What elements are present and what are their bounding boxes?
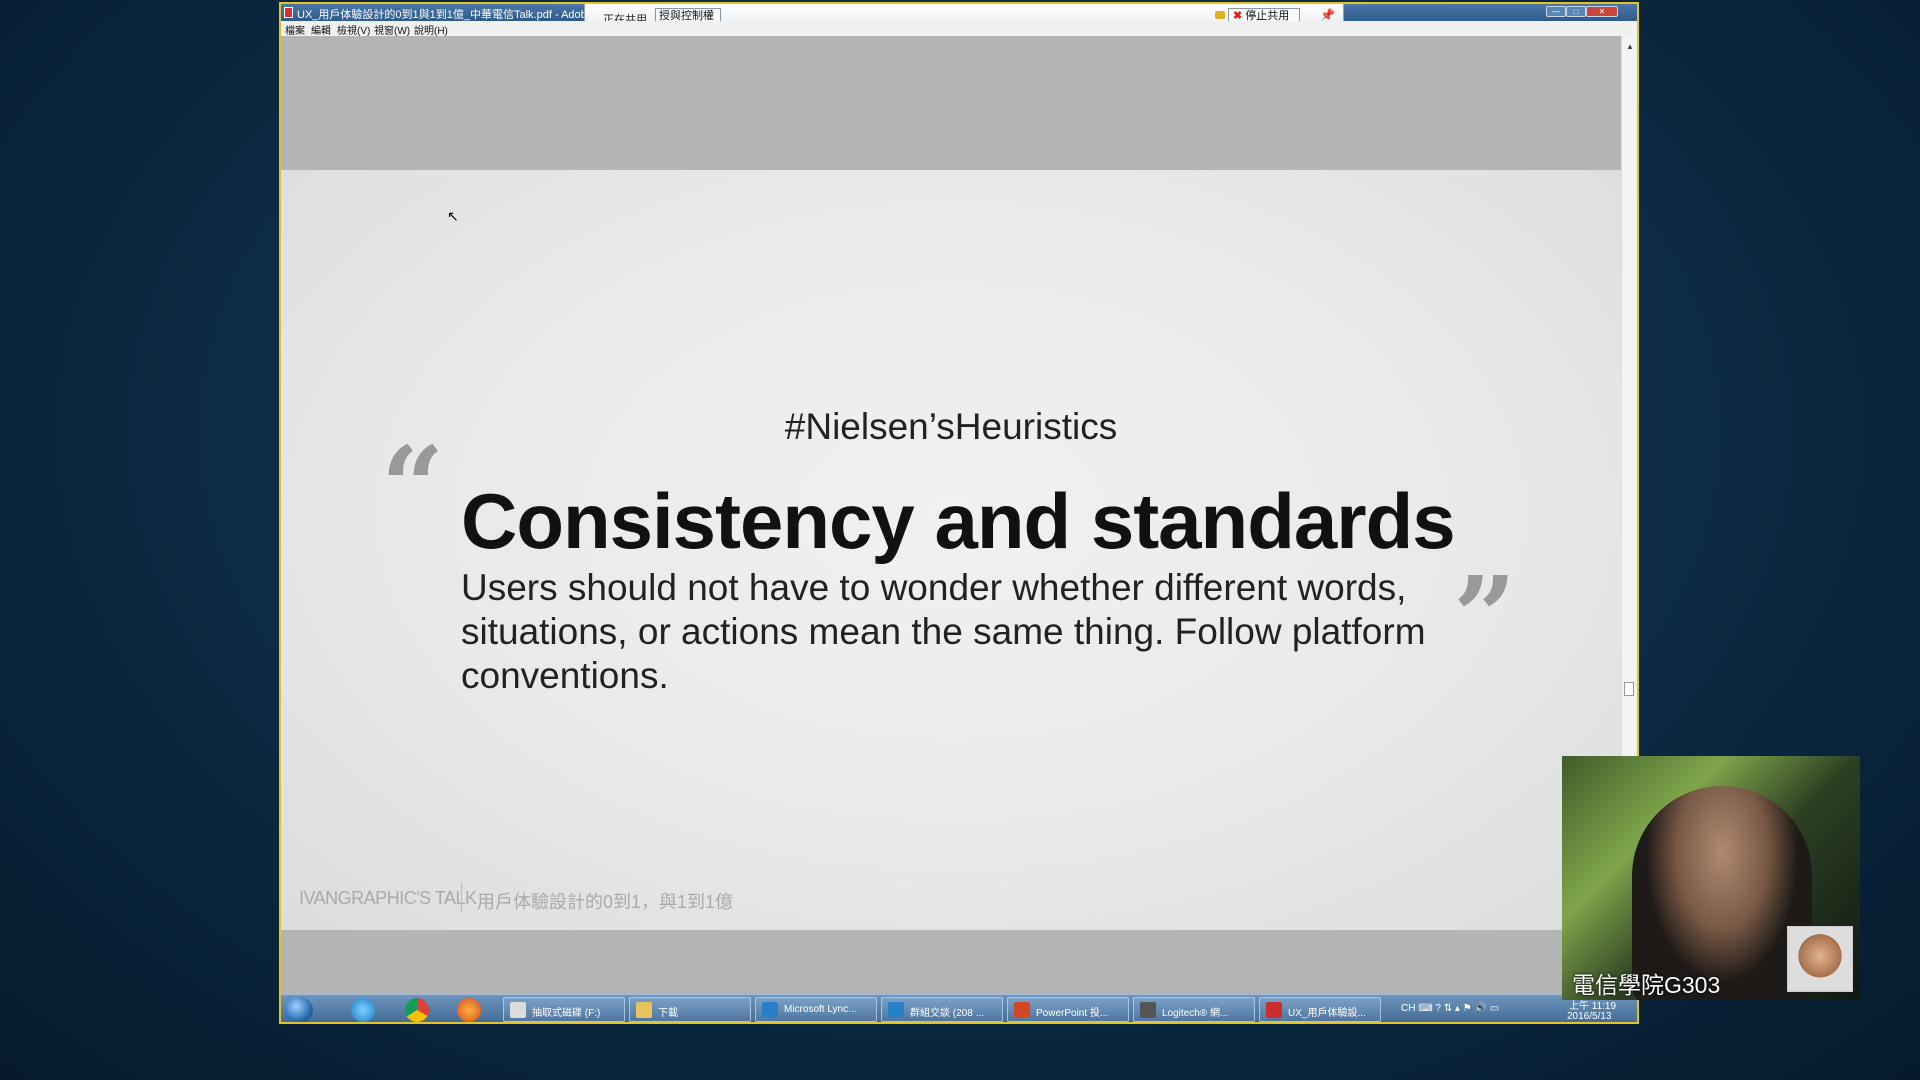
mouse-cursor-icon: ↖ (447, 208, 459, 224)
webcam-overlay: 電信學院G303 (1562, 756, 1860, 1000)
menu-edit[interactable]: 編輯 (311, 22, 331, 37)
pdf-app-icon (284, 7, 293, 18)
scrollbar-thumb[interactable] (1624, 682, 1634, 696)
taskbar-item-logitech[interactable]: Logitech® 網... (1133, 997, 1255, 1022)
shared-screen: UX_用戶体驗設計的0到1與1到1億_中華電信Talk.pdf - Adobe … (279, 2, 1639, 1024)
open-quote-mark: “ (381, 422, 445, 551)
taskbar-item-lync[interactable]: Microsoft Lync... (755, 997, 877, 1022)
windows-taskbar: 抽取式磁碟 (F:) 下載 Microsoft Lync... 群組交談 (20… (281, 994, 1637, 1022)
slide-hashtag: #Nielsen’sHeuristics (784, 406, 1118, 447)
internet-explorer-icon[interactable] (351, 998, 375, 1022)
start-button[interactable] (285, 997, 313, 1022)
chat-icon[interactable] (1215, 11, 1225, 19)
slide-heading: Consistency and standards (461, 477, 1456, 565)
folder-icon (636, 1002, 652, 1018)
taskbar-item-group-chat[interactable]: 群組交談 (208 ... (881, 997, 1003, 1022)
footer-divider (461, 882, 462, 912)
taskbar-item-powerpoint[interactable]: PowerPoint 投... (1007, 997, 1129, 1022)
chat-bubble-icon (888, 1002, 904, 1018)
drive-icon (510, 1002, 526, 1018)
taskbar-item-label: Logitech® 網... (1162, 1008, 1229, 1019)
taskbar-item-label: PowerPoint 投... (1036, 1008, 1109, 1019)
menu-bar: 檔案 編輯 檢視(V) 視窗(W) 說明(H) × (281, 21, 1637, 51)
menu-view[interactable]: 檢視(V) (337, 22, 370, 37)
scroll-up-arrow-icon[interactable]: ▲ (1626, 42, 1634, 51)
taskbar-item-label: 抽取式磁碟 (F:) (532, 1008, 601, 1019)
taskbar-item-label: UX_用戶体驗設... (1288, 1008, 1366, 1019)
lync-icon (762, 1002, 778, 1018)
menu-help[interactable]: 說明(H) (414, 22, 448, 37)
taskbar-item-removable-disk[interactable]: 抽取式磁碟 (F:) (503, 997, 625, 1022)
window-title: UX_用戶体驗設計的0到1與1到1億_中華電信Talk.pdf - Adobe (297, 9, 593, 21)
menu-window[interactable]: 視窗(W) (374, 22, 410, 37)
document-viewport[interactable]: ↖ #Nielsen’sHeuristics “ Consistency and… (281, 36, 1621, 994)
webcam-location-label: 電信學院G303 (1572, 972, 1721, 998)
firefox-icon[interactable] (457, 998, 481, 1022)
chrome-icon[interactable] (405, 998, 429, 1022)
slide-page: ↖ #Nielsen’sHeuristics “ Consistency and… (281, 170, 1621, 930)
self-view-thumbnail[interactable] (1787, 926, 1853, 992)
pdf-icon (1266, 1002, 1282, 1018)
powerpoint-icon (1014, 1002, 1030, 1018)
taskbar-item-label: 下載 (658, 1008, 678, 1019)
taskbar-item-label: Microsoft Lync... (784, 1004, 857, 1015)
maximize-button[interactable]: □ (1566, 6, 1586, 17)
slide-footer-brand: IVANGRAPHIC'S TALK (299, 888, 477, 908)
clock-date[interactable]: 2016/5/13 (1567, 1011, 1612, 1022)
minimize-button[interactable]: — (1546, 6, 1566, 17)
pin-icon[interactable]: 📌 (1320, 8, 1335, 22)
taskbar-item-downloads[interactable]: 下載 (629, 997, 751, 1022)
taskbar-item-label: 群組交談 (208 ... (910, 1008, 984, 1019)
system-tray[interactable]: CH ⌨ ? ⇅ ▴ ⚑ 🔊 ▭ (1401, 1003, 1499, 1014)
slide-footer-title: 用戶体驗設計的0到1，與1到1億 (477, 892, 734, 912)
menu-file[interactable]: 檔案 (285, 22, 305, 37)
close-button[interactable]: ✕ (1586, 6, 1618, 17)
slide-body-text: Users should not have to wonder whether … (461, 567, 1426, 696)
taskbar-item-pdf[interactable]: UX_用戶体驗設... (1259, 997, 1381, 1022)
webcam-icon (1140, 1002, 1156, 1018)
close-quote-mark: ” (1453, 552, 1517, 681)
